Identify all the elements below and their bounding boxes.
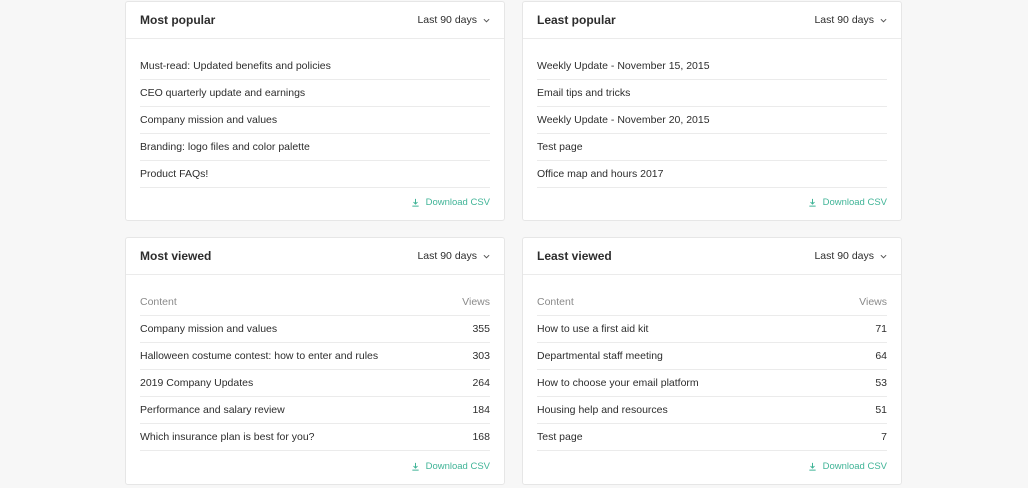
download-icon <box>808 462 816 471</box>
list-item-label: Must-read: Updated benefits and policies <box>140 60 331 72</box>
download-icon <box>411 198 419 207</box>
card-header: Most viewed Last 90 days <box>126 238 504 275</box>
download-csv-label: Download CSV <box>822 197 887 208</box>
download-csv-label: Download CSV <box>425 197 490 208</box>
list-item-label: Weekly Update - November 20, 2015 <box>537 114 710 126</box>
card-title: Least viewed <box>537 249 612 263</box>
table-row[interactable]: Company mission and values 355 <box>140 316 490 343</box>
list-item[interactable]: Test page <box>537 134 887 161</box>
table-row[interactable]: Performance and salary review 184 <box>140 397 490 424</box>
row-content: 2019 Company Updates <box>140 377 254 389</box>
chevron-down-icon <box>880 18 887 23</box>
chevron-down-icon <box>483 254 490 259</box>
list-item[interactable]: Email tips and tricks <box>537 80 887 107</box>
table-row[interactable]: Halloween costume contest: how to enter … <box>140 343 490 370</box>
views-table: Content Views Company mission and values… <box>126 289 504 451</box>
list-item-label: Company mission and values <box>140 114 278 126</box>
list-item-label: CEO quarterly update and earnings <box>140 87 306 99</box>
card-header: Least viewed Last 90 days <box>523 238 901 275</box>
table-row[interactable]: Which insurance plan is best for you? 168 <box>140 424 490 451</box>
row-views: 51 <box>875 404 887 416</box>
popular-list: Must-read: Updated benefits and policies… <box>126 53 504 188</box>
row-views: 53 <box>875 377 887 389</box>
card-title: Most popular <box>140 13 216 27</box>
most-popular-card: Most popular Last 90 days Must-read: Upd… <box>125 1 505 221</box>
download-csv-link[interactable]: Download CSV <box>808 461 887 472</box>
row-views: 71 <box>875 323 887 335</box>
row-content: Performance and salary review <box>140 404 285 416</box>
download-csv-link[interactable]: Download CSV <box>411 197 490 208</box>
row-content: Housing help and resources <box>537 404 668 416</box>
views-column-header: Views <box>462 296 490 308</box>
row-views: 184 <box>472 404 490 416</box>
list-item[interactable]: Product FAQs! <box>140 161 490 188</box>
row-content: Test page <box>537 431 583 443</box>
range-dropdown[interactable]: Last 90 days <box>814 250 887 262</box>
list-item[interactable]: Company mission and values <box>140 107 490 134</box>
content-column-header: Content <box>537 296 574 308</box>
row-content: Company mission and values <box>140 323 278 335</box>
download-icon <box>411 462 419 471</box>
list-item-label: Test page <box>537 141 583 153</box>
chevron-down-icon <box>483 18 490 23</box>
list-item-label: Office map and hours 2017 <box>537 168 664 180</box>
list-item[interactable]: Must-read: Updated benefits and policies <box>140 53 490 80</box>
download-csv-label: Download CSV <box>822 461 887 472</box>
card-title: Most viewed <box>140 249 212 263</box>
row-content: Which insurance plan is best for you? <box>140 431 315 443</box>
list-item-label: Email tips and tricks <box>537 87 631 99</box>
row-views: 264 <box>472 377 490 389</box>
most-viewed-card: Most viewed Last 90 days Content Views C… <box>125 237 505 485</box>
download-csv-label: Download CSV <box>425 461 490 472</box>
list-item-label: Branding: logo files and color palette <box>140 141 310 153</box>
range-dropdown[interactable]: Last 90 days <box>814 14 887 26</box>
list-item[interactable]: Office map and hours 2017 <box>537 161 887 188</box>
popular-list: Weekly Update - November 15, 2015 Email … <box>523 53 901 188</box>
list-item[interactable]: CEO quarterly update and earnings <box>140 80 490 107</box>
row-views: 303 <box>472 350 490 362</box>
download-icon <box>808 198 816 207</box>
card-title: Least popular <box>537 13 616 27</box>
download-csv-link[interactable]: Download CSV <box>411 461 490 472</box>
range-label: Last 90 days <box>417 14 477 26</box>
content-column-header: Content <box>140 296 177 308</box>
views-column-header: Views <box>859 296 887 308</box>
range-label: Last 90 days <box>417 250 477 262</box>
list-item-label: Product FAQs! <box>140 168 209 180</box>
least-popular-card: Least popular Last 90 days Weekly Update… <box>522 1 902 221</box>
list-item[interactable]: Weekly Update - November 15, 2015 <box>537 53 887 80</box>
list-item[interactable]: Weekly Update - November 20, 2015 <box>537 107 887 134</box>
list-item[interactable]: Branding: logo files and color palette <box>140 134 490 161</box>
row-content: How to use a first aid kit <box>537 323 649 335</box>
row-content: How to choose your email platform <box>537 377 699 389</box>
row-views: 64 <box>875 350 887 362</box>
table-row[interactable]: 2019 Company Updates 264 <box>140 370 490 397</box>
chevron-down-icon <box>880 254 887 259</box>
least-viewed-card: Least viewed Last 90 days Content Views … <box>522 237 902 485</box>
row-content: Departmental staff meeting <box>537 350 663 362</box>
table-row[interactable]: How to choose your email platform 53 <box>537 370 887 397</box>
table-header: Content Views <box>537 289 887 316</box>
row-views: 355 <box>472 323 490 335</box>
table-row[interactable]: How to use a first aid kit 71 <box>537 316 887 343</box>
row-views: 7 <box>881 431 887 443</box>
table-row[interactable]: Test page 7 <box>537 424 887 451</box>
download-csv-link[interactable]: Download CSV <box>808 197 887 208</box>
table-header: Content Views <box>140 289 490 316</box>
views-table: Content Views How to use a first aid kit… <box>523 289 901 451</box>
list-item-label: Weekly Update - November 15, 2015 <box>537 60 710 72</box>
range-label: Last 90 days <box>814 250 874 262</box>
card-header: Least popular Last 90 days <box>523 2 901 39</box>
row-views: 168 <box>472 431 490 443</box>
range-dropdown[interactable]: Last 90 days <box>417 14 490 26</box>
table-row[interactable]: Departmental staff meeting 64 <box>537 343 887 370</box>
range-dropdown[interactable]: Last 90 days <box>417 250 490 262</box>
row-content: Halloween costume contest: how to enter … <box>140 350 379 362</box>
card-header: Most popular Last 90 days <box>126 2 504 39</box>
table-row[interactable]: Housing help and resources 51 <box>537 397 887 424</box>
range-label: Last 90 days <box>814 14 874 26</box>
